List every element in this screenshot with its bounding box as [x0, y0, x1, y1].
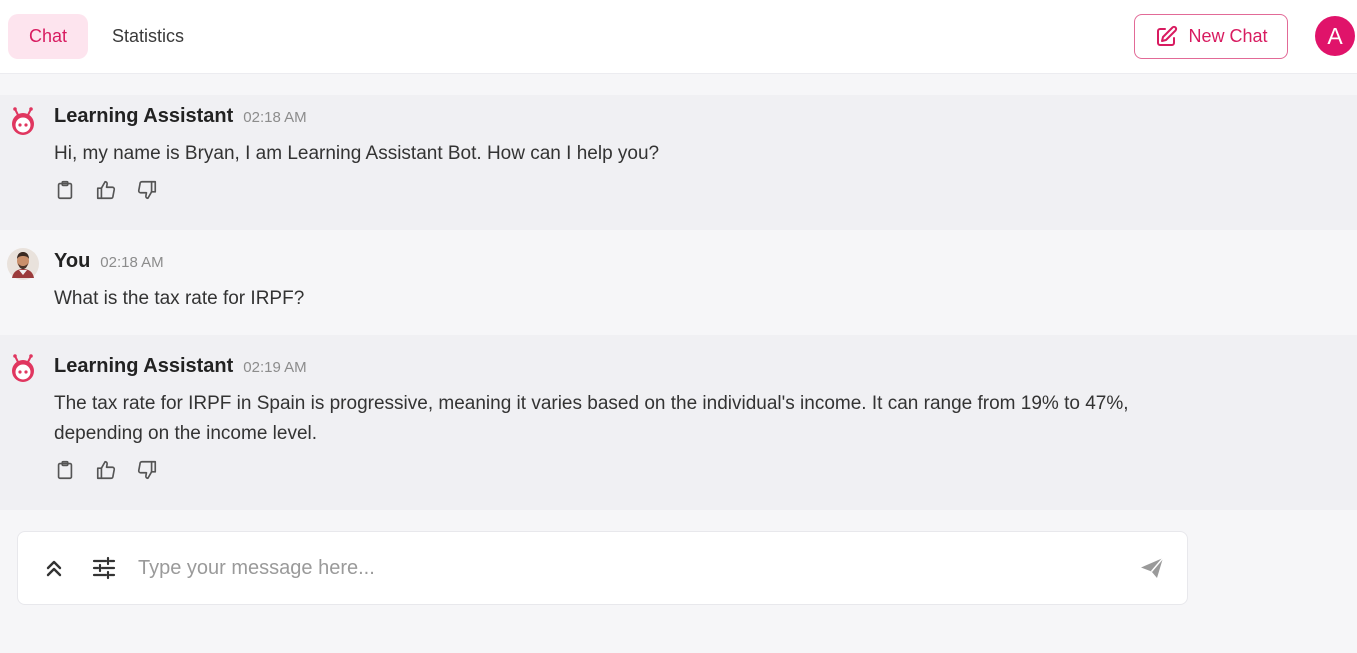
new-chat-button[interactable]: New Chat [1134, 14, 1288, 59]
message-text: The tax rate for IRPF in Spain is progre… [54, 393, 1129, 444]
sliders-icon[interactable] [90, 554, 118, 582]
account-avatar[interactable]: A [1315, 16, 1355, 56]
thumbs-up-icon[interactable] [95, 179, 117, 201]
sender-name: Learning Assistant [54, 105, 234, 127]
message-actions [54, 179, 158, 201]
sender-name: You [54, 250, 91, 272]
edit-icon [1154, 25, 1178, 49]
chat-message: Learning Assistant 02:18 AM Hi, my name … [0, 95, 1357, 230]
message-header: You 02:18 AM [54, 250, 164, 273]
send-icon[interactable] [1138, 554, 1166, 582]
copy-icon[interactable] [54, 179, 76, 201]
copy-icon[interactable] [54, 459, 76, 481]
robot-icon [7, 352, 39, 384]
message-time: 02:18 AM [100, 254, 164, 271]
tab-chat[interactable]: Chat [8, 14, 88, 59]
sender-name: Learning Assistant [54, 355, 234, 377]
thumbs-up-icon[interactable] [95, 459, 117, 481]
chat-message: Learning Assistant 02:19 AM The tax rate… [0, 335, 1357, 510]
top-bar: Chat Statistics New Chat A [0, 0, 1357, 74]
double-chevron-up-icon[interactable] [40, 554, 68, 582]
message-header: Learning Assistant 02:19 AM [54, 355, 307, 378]
message-header: Learning Assistant 02:18 AM [54, 105, 307, 128]
message-text: Hi, my name is Bryan, I am Learning Assi… [54, 143, 660, 164]
tab-statistics[interactable]: Statistics [96, 14, 200, 59]
message-actions [54, 459, 158, 481]
robot-icon [7, 105, 39, 137]
chat-message: You 02:18 AM What is the tax rate for IR… [0, 230, 1357, 335]
message-input[interactable] [138, 550, 1118, 586]
message-text: What is the tax rate for IRPF? [54, 288, 305, 309]
message-time: 02:18 AM [243, 109, 307, 126]
message-composer [17, 531, 1188, 605]
thumbs-down-icon[interactable] [136, 179, 158, 201]
user-avatar [7, 248, 39, 280]
message-time: 02:19 AM [243, 359, 307, 376]
new-chat-label: New Chat [1188, 26, 1268, 46]
thumbs-down-icon[interactable] [136, 459, 158, 481]
